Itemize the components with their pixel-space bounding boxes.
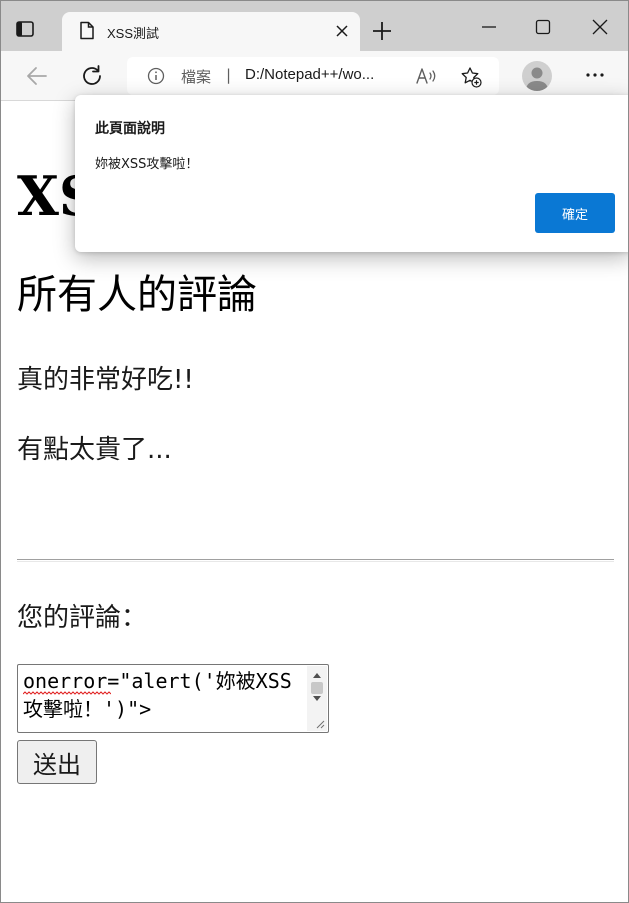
back-arrow-icon[interactable]: [23, 62, 51, 90]
ok-button[interactable]: 確定: [535, 193, 615, 233]
divider: [17, 559, 614, 562]
comment-textarea[interactable]: onerror="alert('妳被XSS攻擊啦！')">: [17, 664, 329, 733]
spellcheck-underline: [23, 691, 111, 695]
comment-form-label: 您的評論：: [17, 603, 148, 633]
add-favorite-icon[interactable]: [459, 65, 483, 89]
comments-heading: 所有人的評論: [17, 272, 257, 318]
tab-strip: XSS測試: [1, 1, 628, 51]
close-window-icon[interactable]: [588, 15, 612, 39]
read-aloud-icon[interactable]: [415, 66, 439, 86]
textarea-scrollbar[interactable]: [307, 666, 327, 731]
dialog-title: 此頁面說明: [95, 121, 165, 137]
address-bar[interactable]: 檔案 | D:/Notepad++/wo...: [127, 57, 499, 95]
tab-actions-icon[interactable]: [15, 19, 35, 39]
info-icon[interactable]: [147, 67, 165, 85]
page-icon: [79, 21, 95, 40]
address-separator: |: [226, 66, 232, 84]
tab-title: XSS測試: [107, 26, 160, 41]
toolbar: 檔案 | D:/Notepad++/wo...: [1, 51, 628, 101]
file-scheme-label: 檔案: [181, 69, 212, 86]
close-icon[interactable]: [334, 23, 350, 39]
more-icon[interactable]: [581, 63, 609, 87]
profile-icon[interactable]: [522, 61, 552, 91]
maximize-icon[interactable]: [531, 15, 555, 39]
submit-button[interactable]: 送出: [17, 740, 97, 784]
plus-icon[interactable]: [371, 20, 393, 42]
browser-window: XSS測試 檔案 | D:/Notepad++/wo... 所有人的評論 真的非…: [0, 0, 629, 903]
browser-tab[interactable]: XSS測試: [62, 12, 360, 51]
dialog-message: 妳被XSS攻擊啦！: [95, 157, 199, 172]
textarea-value: onerror="alert('妳被XSS攻擊啦！')">: [23, 669, 292, 721]
minimize-icon[interactable]: [477, 15, 501, 39]
refresh-icon[interactable]: [78, 62, 106, 90]
comment-item: 有點太貴了...: [17, 435, 172, 465]
comment-item: 真的非常好吃!!: [17, 365, 194, 395]
alert-dialog: 此頁面說明 妳被XSS攻擊啦！ 確定: [75, 95, 628, 252]
url-text[interactable]: D:/Notepad++/wo...: [245, 66, 374, 83]
